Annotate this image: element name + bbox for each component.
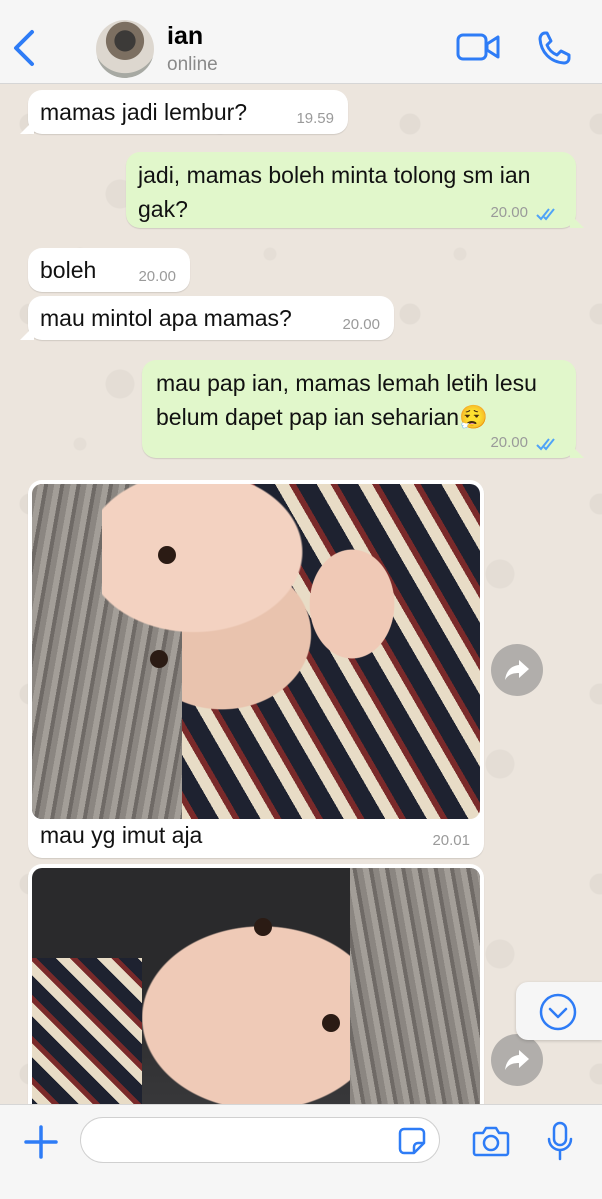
forward-button[interactable] bbox=[491, 644, 543, 696]
outgoing-message[interactable]: mau pap ian, mamas lemah letih lesu belu… bbox=[142, 360, 584, 458]
photo-detail-shirt bbox=[32, 958, 142, 1104]
incoming-photo-message[interactable]: mau yg imut aja 20.01 bbox=[28, 480, 484, 858]
photo-detail-beanie bbox=[350, 868, 480, 1104]
message-text: mau pap ian, mamas lemah letih lesu belu… bbox=[156, 370, 537, 430]
message-input-bar bbox=[0, 1104, 602, 1199]
microphone-icon[interactable] bbox=[546, 1121, 574, 1161]
read-ticks-icon bbox=[536, 208, 555, 221]
share-arrow-icon bbox=[505, 1050, 529, 1070]
share-arrow-icon bbox=[505, 660, 529, 680]
message-text: mau mintol apa mamas? bbox=[40, 305, 292, 331]
video-camera-icon[interactable] bbox=[456, 32, 500, 62]
photo-detail-hand bbox=[102, 484, 332, 654]
phone-icon[interactable] bbox=[537, 30, 571, 66]
bubble-tail bbox=[570, 444, 584, 458]
contact-status: online bbox=[167, 54, 218, 75]
photo-detail-eye bbox=[150, 650, 168, 668]
forward-button[interactable] bbox=[491, 1034, 543, 1086]
sticker-icon[interactable] bbox=[398, 1127, 426, 1155]
photo[interactable] bbox=[32, 868, 480, 1104]
plus-icon[interactable] bbox=[24, 1125, 58, 1159]
photo[interactable] bbox=[32, 484, 480, 819]
message-time: 20.01 bbox=[432, 832, 470, 849]
message-time: 20.00 bbox=[490, 204, 528, 221]
chat-header: ian online bbox=[0, 0, 602, 84]
scroll-to-bottom-button[interactable] bbox=[516, 982, 602, 1040]
photo-caption: mau yg imut aja bbox=[40, 822, 203, 848]
outgoing-message[interactable]: jadi, mamas boleh minta tolong sm ian ga… bbox=[126, 152, 584, 228]
chevron-left-icon[interactable] bbox=[10, 28, 38, 68]
photo-detail-eye bbox=[254, 918, 272, 936]
message-time: 20.00 bbox=[138, 268, 176, 285]
read-ticks-icon bbox=[536, 438, 555, 451]
incoming-message[interactable]: mau mintol apa mamas? 20.00 bbox=[20, 296, 394, 340]
bubble-tail bbox=[570, 214, 584, 228]
message-time: 19.59 bbox=[296, 110, 334, 127]
message-time: 20.00 bbox=[342, 316, 380, 333]
message-time: 20.00 bbox=[490, 434, 528, 451]
message-text: mamas jadi lembur? bbox=[40, 99, 248, 125]
camera-icon[interactable] bbox=[472, 1125, 510, 1157]
photo-detail-eye bbox=[322, 1014, 340, 1032]
bubble-tail bbox=[20, 120, 34, 134]
bubble-tail bbox=[20, 326, 34, 340]
chat-area[interactable]: mamas jadi lembur? 19.59 jadi, mamas bol… bbox=[0, 84, 602, 1104]
contact-name[interactable]: ian bbox=[167, 22, 203, 51]
chevron-down-circle-icon bbox=[539, 993, 577, 1031]
incoming-message[interactable]: boleh 20.00 bbox=[28, 248, 190, 292]
incoming-photo-message[interactable] bbox=[28, 864, 484, 1104]
message-input[interactable] bbox=[80, 1117, 440, 1163]
photo-detail-eye bbox=[158, 546, 176, 564]
avatar[interactable] bbox=[96, 20, 154, 78]
incoming-message[interactable]: mamas jadi lembur? 19.59 bbox=[20, 90, 348, 134]
